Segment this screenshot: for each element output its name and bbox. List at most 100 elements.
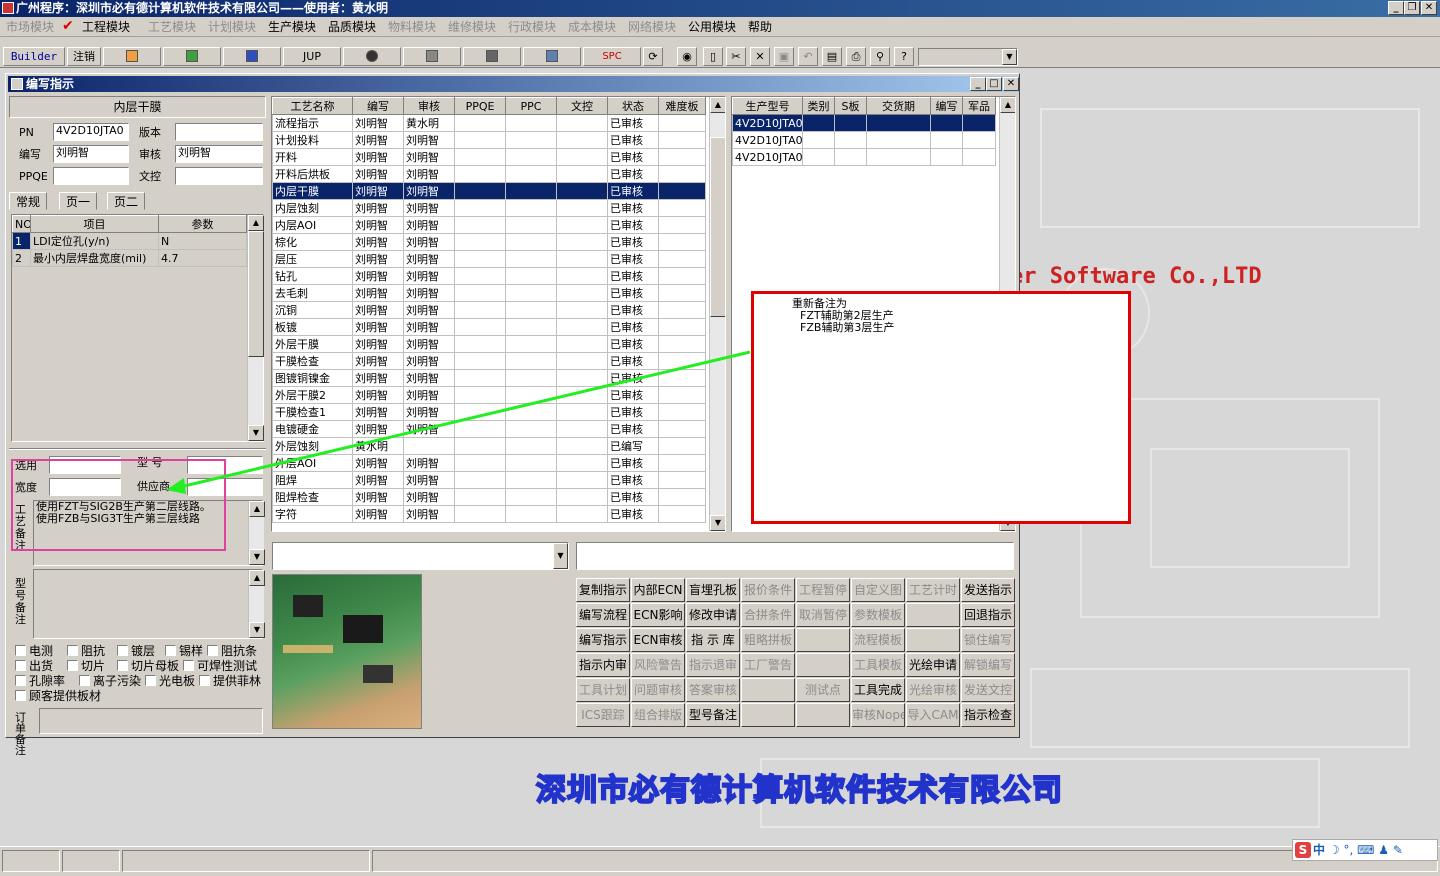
menu-market[interactable]: 市场模块 [6,19,54,35]
checkbox-porosity[interactable]: 孔隙率 [15,674,65,688]
action-button[interactable]: 工厂警告 [741,653,795,677]
checkbox-tin-sample[interactable]: 锡样 [165,644,203,658]
model-note-field[interactable] [33,569,263,639]
prod-header[interactable]: 类别 [802,97,835,115]
excel-icon[interactable] [163,47,221,66]
table-row[interactable]: 内层AOI 刘明智 刘明智 已审核 [272,216,706,234]
menu-plan[interactable]: 计划模块 [208,19,256,35]
table-row[interactable]: 流程指示 刘明智 黄水明 已审核 [272,114,706,132]
table-row[interactable]: 图镀铜镍金 刘明智 刘明智 已审核 [272,369,706,387]
action-button[interactable]: 问题审核 [631,678,685,702]
action-button[interactable]: 粗略拼板 [741,628,795,652]
jup-button[interactable]: JUP [283,47,341,66]
eye-icon[interactable] [343,47,401,66]
action-button[interactable] [741,678,795,702]
proc-header[interactable]: 审核 [403,97,455,115]
action-button[interactable]: 指 示 库 [686,628,740,652]
checkbox-plating[interactable]: 镀层 [117,644,155,658]
table-row[interactable]: 字符 刘明智 刘明智 已审核 [272,505,706,523]
spc-button[interactable]: SPC [583,47,641,66]
action-button[interactable]: 型号备注 [686,703,740,727]
table-row[interactable]: 去毛刺 刘明智 刘明智 已审核 [272,284,706,302]
checkbox-impedance-strip[interactable]: 阻抗条 [207,644,257,658]
param-row[interactable]: 1 LDI定位孔(y/n) N [12,232,247,250]
proc-header[interactable]: 编写 [352,97,404,115]
ime-tray[interactable]: S中 ☽ °, ⌨ ♟ ✎ [1292,839,1438,861]
menu-process[interactable]: 工艺模块 [148,19,196,35]
table-row[interactable]: 电镀硬金 刘明智 刘明智 已审核 [272,420,706,438]
writer-field[interactable]: 刘明智 [53,145,129,163]
action-button[interactable]: 测试点 [796,678,850,702]
action-button[interactable]: ECN影响 [631,603,685,627]
reviewer-field[interactable]: 刘明智 [175,145,263,163]
action-button[interactable]: 光绘申请 [906,653,960,677]
table-row[interactable]: 干膜检查1 刘明智 刘明智 已审核 [272,403,706,421]
order-note-field[interactable] [39,708,263,734]
checkbox-slice-master[interactable]: 切片母板 [117,659,179,673]
param-row[interactable]: 2 最小内层焊盘宽度(mil) 4.7 [12,249,247,267]
refresh-icon[interactable]: ⟳ [643,47,663,66]
find-icon[interactable]: ⚲ [870,47,890,66]
action-button[interactable]: ECN审核 [631,628,685,652]
menu-maintenance[interactable]: 维修模块 [448,19,496,35]
action-button[interactable]: 内部ECN [631,578,685,602]
child-maximize-button[interactable]: □ [986,77,1002,91]
action-button[interactable]: 解锁编写 [961,653,1015,677]
action-button[interactable] [796,628,850,652]
action-button[interactable]: 指示内审 [576,653,630,677]
proc-header[interactable]: 文控 [556,97,608,115]
table-row[interactable]: 干膜检查 刘明智 刘明智 已审核 [272,352,706,370]
model-note-scrollbar[interactable]: ▲ ▼ [248,570,265,638]
proc-header[interactable]: 状态 [607,97,659,115]
action-button[interactable]: 工具模板 [851,653,905,677]
action-button[interactable]: ICS跟踪 [576,703,630,727]
preview-icon[interactable]: ▤ [822,47,842,66]
close-button[interactable]: ✕ [1421,1,1437,15]
restore-button[interactable]: ❐ [1404,1,1420,15]
undo-icon[interactable]: ↶ [798,47,818,66]
table-row[interactable]: 棕化 刘明智 刘明智 已审核 [272,233,706,251]
action-button[interactable]: 导入CAM [906,703,960,727]
action-button[interactable] [796,703,850,727]
action-button[interactable] [796,653,850,677]
menu-quality[interactable]: 品质模块 [328,19,376,35]
cut-icon[interactable]: ✂ [726,47,746,66]
checkbox-shipment[interactable]: 出货 [15,659,53,673]
action-button[interactable]: 盲埋孔板 [686,578,740,602]
remark-field[interactable] [576,542,1014,570]
action-button[interactable]: 编写流程 [576,603,630,627]
table-row[interactable]: 阻焊 刘明智 刘明智 已审核 [272,471,706,489]
menu-network[interactable]: 网络模块 [628,19,676,35]
proc-header[interactable]: 难度板 [658,97,706,115]
checkbox-electric-test[interactable]: 电测 [15,644,53,658]
table-row[interactable]: 开料 刘明智 刘明智 已审核 [272,148,706,166]
action-button[interactable]: 指示检查 [961,703,1015,727]
process-scrollbar[interactable]: ▲ ▼ [709,97,725,531]
action-button[interactable]: 工具计划 [576,678,630,702]
prod-header[interactable]: 编写 [930,97,963,115]
menu-common[interactable]: 公用模块 [688,19,736,35]
action-button[interactable] [906,603,960,627]
toolbar-dropdown[interactable]: ▼ [918,48,1018,66]
logout-button[interactable]: 注销 [67,47,101,66]
powerpoint-icon[interactable] [103,47,161,66]
ctrl-field[interactable] [175,167,263,185]
action-button[interactable]: 工具完成 [851,678,905,702]
action-button[interactable]: 风险警告 [631,653,685,677]
action-button[interactable]: 发送指示 [961,578,1015,602]
action-button[interactable]: 组合排版 [631,703,685,727]
menu-admin[interactable]: 行政模块 [508,19,556,35]
minimize-button[interactable]: _ [1388,1,1404,15]
action-button[interactable] [906,628,960,652]
prod-header[interactable]: 军品 [962,97,996,115]
action-button[interactable]: 自定义图 [851,578,905,602]
action-button[interactable]: 修改申请 [686,603,740,627]
action-button[interactable]: 锁住编写 [961,628,1015,652]
menu-production[interactable]: 生产模块 [268,19,316,35]
builder-button[interactable]: Builder [3,47,65,66]
action-button[interactable]: 回退指示 [961,603,1015,627]
action-button[interactable]: 光绘审核 [906,678,960,702]
proc-header[interactable]: PPC [505,97,557,115]
checkbox-optical-board[interactable]: 光电板 [145,674,195,688]
table-row[interactable]: 阻焊检查 刘明智 刘明智 已审核 [272,488,706,506]
